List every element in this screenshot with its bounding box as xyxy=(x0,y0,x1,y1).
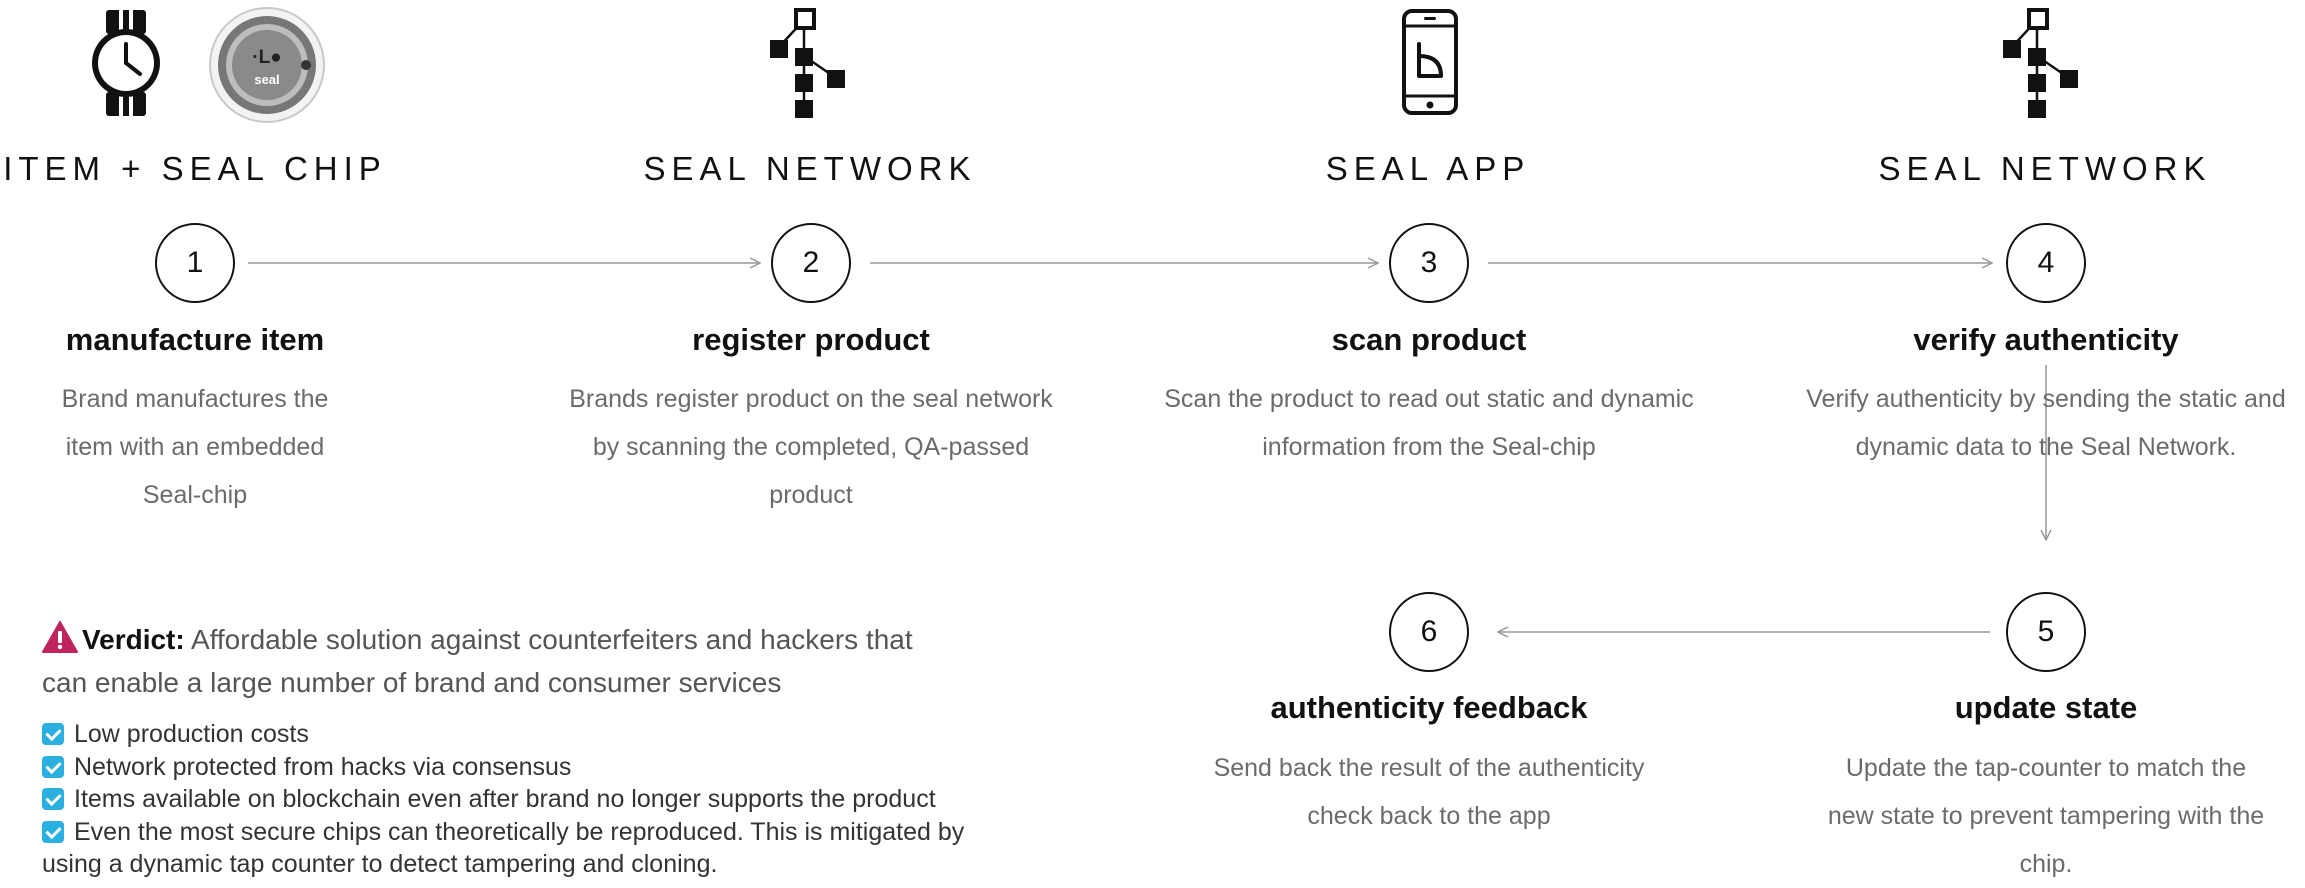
seal-chip-logo: ·L● seal xyxy=(209,7,325,123)
seal-logo-text: seal xyxy=(254,72,279,87)
step-5-title: update state xyxy=(1954,690,2138,725)
benefit-text: Network protected from hacks via consens… xyxy=(74,752,572,781)
step-6-title: authenticity feedback xyxy=(1270,690,1588,725)
step-5-description: Update the tap-counter to match the new … xyxy=(1827,754,2265,878)
step-4-circle: 4 xyxy=(2006,223,2086,303)
checkbox-checked-icon xyxy=(42,755,64,778)
header-seal-network: SEAL NETWORK xyxy=(1878,150,2212,187)
header-item-seal-chip: ITEM + SEAL CHIP xyxy=(3,150,387,187)
step-6-circle: 6 xyxy=(1389,592,1469,672)
checkbox-checked-icon xyxy=(42,788,64,810)
step-1-circle: 1 xyxy=(155,223,235,303)
watch-icon xyxy=(92,10,160,116)
benefit-text: Even the most secure chips can theoretic… xyxy=(42,817,965,879)
list-item: Low production costs xyxy=(42,718,1022,751)
step-1-description: Brand manufactures the item with an embe… xyxy=(61,385,329,509)
step-3-description: Scan the product to read out static and … xyxy=(1164,385,1694,461)
step-3-circle: 3 xyxy=(1389,223,1469,303)
step-6-description: Send back the result of the authenticity… xyxy=(1213,754,1645,830)
network-icon xyxy=(770,8,845,118)
header-seal-network: SEAL NETWORK xyxy=(643,150,977,187)
benefits-list: Low production costs Network protected f… xyxy=(42,718,1022,881)
network-icon xyxy=(2003,8,2078,118)
verdict-label: Verdict: xyxy=(82,624,185,655)
benefit-text: Low production costs xyxy=(74,720,309,748)
warning-icon xyxy=(42,621,78,653)
checkbox-checked-icon xyxy=(42,723,64,745)
seal-logo-mark: ·L● xyxy=(252,47,281,68)
checkbox-checked-icon xyxy=(42,820,64,843)
step-1-title: manufacture item xyxy=(65,322,325,357)
list-item: Items available on blockchain even after… xyxy=(42,783,1022,816)
step-4-description: Verify authenticity by sending the stati… xyxy=(1806,385,2286,461)
step-2-description: Brands register product on the seal netw… xyxy=(569,385,1053,509)
step-4-title: verify authenticity xyxy=(1913,322,2179,357)
step-5-circle: 5 xyxy=(2006,592,2086,672)
phone-icon xyxy=(1402,9,1458,115)
list-item: Network protected from hacks via consens… xyxy=(42,751,1022,784)
step-2-title: register product xyxy=(692,322,930,357)
list-item: Even the most secure chips can theoretic… xyxy=(42,816,1022,881)
step-2-circle: 2 xyxy=(771,223,851,303)
step-3-title: scan product xyxy=(1331,322,1527,357)
header-seal-app: SEAL APP xyxy=(1325,150,1531,187)
benefit-text: Items available on blockchain even after… xyxy=(74,785,936,813)
verdict: Verdict: Affordable solution against cou… xyxy=(42,618,942,704)
